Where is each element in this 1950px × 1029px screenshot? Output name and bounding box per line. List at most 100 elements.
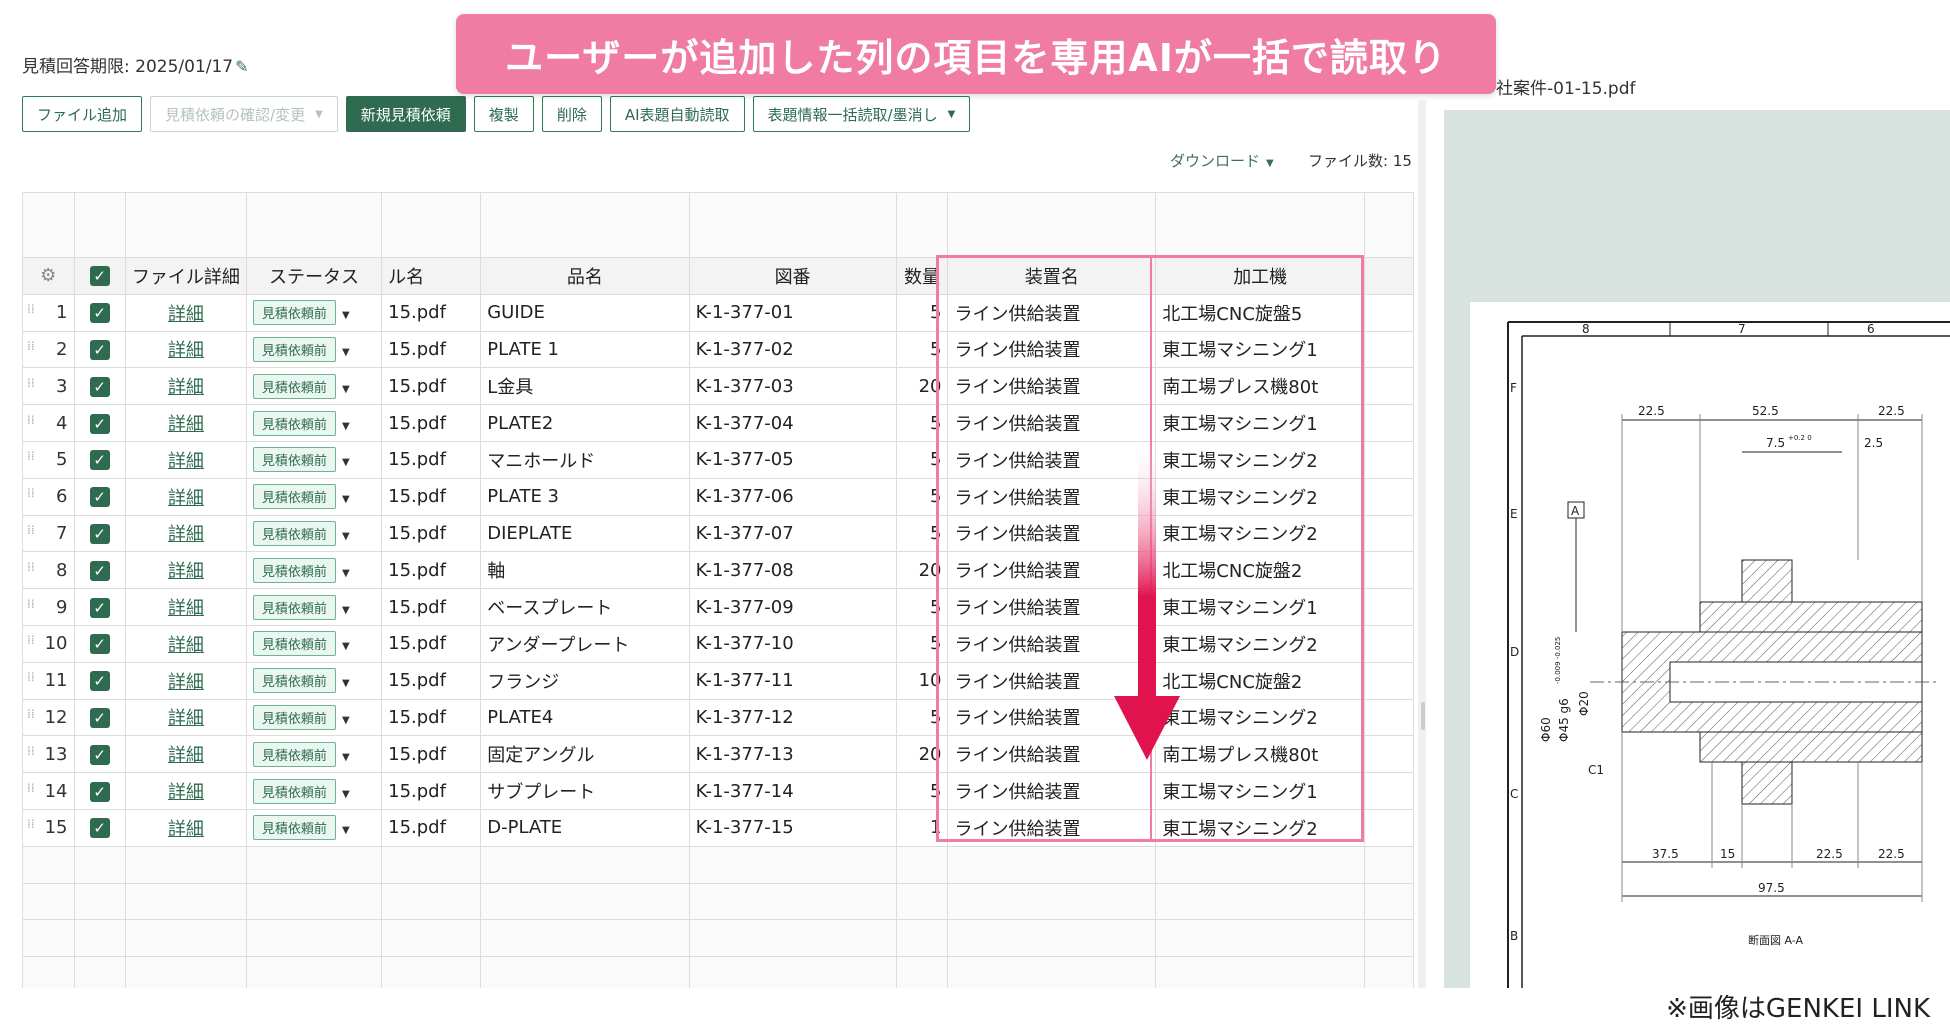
column-header-part[interactable]: 品名	[480, 257, 690, 295]
status-badge[interactable]: 見積依頼前	[252, 557, 336, 583]
drawing-number-cell[interactable]: K-1-377-09	[688, 588, 897, 626]
drawing-number-cell[interactable]: K-1-377-05	[688, 440, 897, 479]
status-badge[interactable]: 見積依頼前	[252, 447, 336, 473]
part-name-cell[interactable]: PLATE 3	[480, 477, 690, 516]
part-name-cell[interactable]: DIEPLATE	[480, 514, 690, 553]
chevron-down-icon[interactable]: ▼	[342, 752, 350, 763]
status-cell[interactable]: 見積依頼前 ▼	[245, 404, 383, 442]
drawing-number-cell[interactable]: K-1-377-01	[688, 293, 897, 332]
row-checkbox[interactable]: ✓	[73, 330, 126, 369]
chevron-down-icon[interactable]: ▼	[342, 494, 350, 505]
status-cell[interactable]: 見積依頼前 ▼	[245, 661, 383, 700]
status-cell[interactable]: 見積依頼前 ▼	[245, 293, 383, 332]
chevron-down-icon[interactable]: ▼	[342, 531, 350, 542]
status-cell[interactable]: 見積依頼前 ▼	[245, 772, 383, 810]
drawing-number-cell[interactable]: K-1-377-10	[688, 624, 897, 663]
chevron-down-icon[interactable]: ▼	[342, 715, 350, 726]
status-badge[interactable]: 見積依頼前	[252, 704, 336, 730]
row-number-cell[interactable]: ⁞⁞ 6	[22, 477, 75, 516]
drag-handle-icon[interactable]: ⁞⁞	[27, 560, 35, 574]
drawing-number-cell[interactable]: K-1-377-14	[688, 772, 897, 810]
add-file-button[interactable]: ファイル追加	[22, 96, 143, 132]
status-badge[interactable]: 見積依頼前	[252, 668, 336, 694]
new-request-button[interactable]: 新規見積依頼	[345, 96, 466, 132]
row-checkbox[interactable]: ✓	[73, 588, 126, 626]
drag-handle-icon[interactable]: ⁞⁞	[27, 633, 35, 647]
filename-cell[interactable]: 15.pdf	[381, 661, 482, 700]
detail-link[interactable]: 詳細	[168, 635, 204, 656]
row-number-cell[interactable]: ⁞⁞ 1	[22, 293, 75, 332]
detail-link[interactable]: 詳細	[168, 488, 204, 509]
status-badge[interactable]: 見積依頼前	[252, 336, 336, 362]
row-checkbox[interactable]: ✓	[73, 661, 126, 700]
detail-link[interactable]: 詳細	[168, 745, 204, 766]
drag-handle-icon[interactable]: ⁞⁞	[27, 449, 35, 463]
filename-cell[interactable]: 15.pdf	[381, 440, 482, 479]
column-header-filename[interactable]: ル名	[381, 257, 482, 295]
chevron-down-icon[interactable]: ▼	[342, 384, 350, 395]
filename-cell[interactable]: 15.pdf	[381, 404, 482, 442]
drawing-number-cell[interactable]: K-1-377-12	[688, 698, 897, 737]
drag-handle-icon[interactable]: ⁞⁞	[27, 302, 35, 316]
status-badge[interactable]: 見積依頼前	[252, 520, 336, 546]
splitter-grip[interactable]	[1421, 702, 1425, 730]
detail-link[interactable]: 詳細	[168, 304, 204, 325]
chevron-down-icon[interactable]: ▼	[342, 605, 350, 616]
status-cell[interactable]: 見積依頼前 ▼	[245, 551, 383, 590]
chevron-down-icon[interactable]: ▼	[342, 641, 350, 652]
chevron-down-icon[interactable]: ▼	[342, 825, 350, 836]
ai-read-button[interactable]: AI表題自動読取	[609, 96, 745, 132]
drawing-number-cell[interactable]: K-1-377-11	[688, 661, 897, 700]
drag-handle-icon[interactable]: ⁞⁞	[27, 413, 35, 427]
part-name-cell[interactable]: アンダープレート	[480, 624, 690, 663]
part-name-cell[interactable]: GUIDE	[480, 293, 690, 332]
drag-handle-icon[interactable]: ⁞⁞	[27, 670, 35, 684]
row-number-cell[interactable]: ⁞⁞ 4	[22, 404, 75, 442]
row-checkbox[interactable]: ✓	[73, 624, 126, 663]
status-cell[interactable]: 見積依頼前 ▼	[245, 588, 383, 626]
status-badge[interactable]: 見積依頼前	[252, 815, 336, 841]
status-badge[interactable]: 見積依頼前	[252, 778, 336, 804]
chevron-down-icon[interactable]: ▼	[342, 310, 350, 321]
chevron-down-icon[interactable]: ▼	[342, 421, 350, 432]
filename-cell[interactable]: 15.pdf	[381, 808, 482, 847]
row-checkbox[interactable]: ✓	[73, 477, 126, 516]
detail-link[interactable]: 詳細	[168, 340, 204, 361]
status-cell[interactable]: 見積依頼前 ▼	[245, 367, 383, 406]
row-number-cell[interactable]: ⁞⁞ 15	[22, 808, 75, 847]
drag-handle-icon[interactable]: ⁞⁞	[27, 817, 35, 831]
chevron-down-icon[interactable]: ▼	[342, 457, 350, 468]
drawing-number-cell[interactable]: K-1-377-04	[688, 404, 897, 442]
chevron-down-icon[interactable]: ▼	[342, 347, 350, 358]
delete-button[interactable]: 削除	[541, 96, 602, 132]
row-number-cell[interactable]: ⁞⁞ 3	[22, 367, 75, 406]
drawing-number-cell[interactable]: K-1-377-03	[688, 367, 897, 406]
row-number-cell[interactable]: ⁞⁞ 9	[22, 588, 75, 626]
row-checkbox[interactable]: ✓	[73, 293, 126, 332]
filename-cell[interactable]: 15.pdf	[381, 588, 482, 626]
detail-link[interactable]: 詳細	[168, 377, 204, 398]
drawing-number-cell[interactable]: K-1-377-15	[688, 808, 897, 847]
part-name-cell[interactable]: PLATE4	[480, 698, 690, 737]
status-cell[interactable]: 見積依頼前 ▼	[245, 735, 383, 774]
row-checkbox[interactable]: ✓	[73, 698, 126, 737]
detail-link[interactable]: 詳細	[168, 561, 204, 582]
column-header-drawing[interactable]: 図番	[688, 257, 897, 295]
filename-cell[interactable]: 15.pdf	[381, 330, 482, 369]
row-number-cell[interactable]: ⁞⁞ 7	[22, 514, 75, 553]
part-name-cell[interactable]: マニホールド	[480, 440, 690, 479]
status-badge[interactable]: 見積依頼前	[252, 373, 336, 399]
filename-cell[interactable]: 15.pdf	[381, 735, 482, 774]
drag-handle-icon[interactable]: ⁞⁞	[27, 597, 35, 611]
row-checkbox[interactable]: ✓	[73, 808, 126, 847]
status-badge[interactable]: 見積依頼前	[252, 410, 336, 436]
part-name-cell[interactable]: L金具	[480, 367, 690, 406]
row-checkbox[interactable]: ✓	[73, 772, 126, 810]
drawing-number-cell[interactable]: K-1-377-13	[688, 735, 897, 774]
row-number-cell[interactable]: ⁞⁞ 5	[22, 440, 75, 479]
detail-link[interactable]: 詳細	[168, 672, 204, 693]
part-name-cell[interactable]: フランジ	[480, 661, 690, 700]
download-dropdown[interactable]: ダウンロード ▼	[1170, 150, 1274, 171]
drag-handle-icon[interactable]: ⁞⁞	[27, 523, 35, 537]
edit-pencil-icon[interactable]: ✎	[235, 57, 248, 76]
